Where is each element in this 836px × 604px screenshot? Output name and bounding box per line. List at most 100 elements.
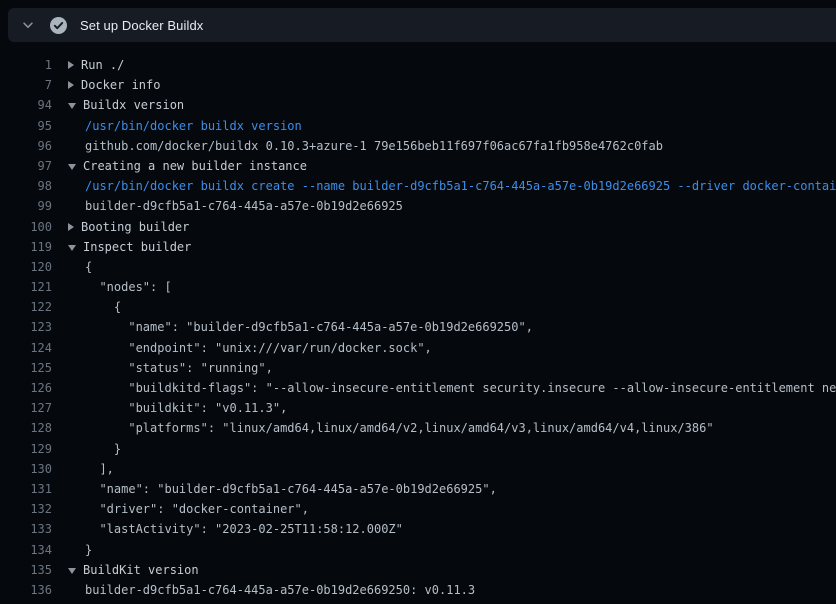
log-row: 134}: [0, 540, 836, 560]
line-number[interactable]: 121: [0, 277, 52, 297]
log-output-text: ],: [85, 459, 114, 479]
line-number[interactable]: 95: [0, 116, 52, 136]
log-output-text: "nodes": [: [85, 277, 172, 297]
step-header[interactable]: Set up Docker Buildx: [8, 8, 836, 42]
log-row: 132 "driver": "docker-container",: [0, 499, 836, 519]
line-number[interactable]: 134: [0, 540, 52, 560]
log-group-expanded[interactable]: Inspect builder: [68, 237, 191, 257]
log-group-label: Docker info: [81, 75, 160, 95]
log-row: 133 "lastActivity": "2023-02-25T11:58:12…: [0, 519, 836, 539]
log-row: 95/usr/bin/docker buildx version: [0, 116, 836, 136]
line-number[interactable]: 124: [0, 338, 52, 358]
log-output-text: builder-d9cfb5a1-c764-445a-a57e-0b19d2e6…: [85, 580, 475, 600]
line-number[interactable]: 123: [0, 317, 52, 337]
triangle-right-icon: [68, 61, 74, 69]
line-number[interactable]: 131: [0, 479, 52, 499]
log-output-text: {: [85, 257, 92, 277]
log-group-label: Run ./: [81, 55, 124, 75]
log-output-text: }: [85, 439, 121, 459]
line-number[interactable]: 7: [0, 75, 52, 95]
log-output-text: "status": "running",: [85, 358, 273, 378]
log-output-text: "buildkitd-flags": "--allow-insecure-ent…: [85, 378, 836, 398]
triangle-right-icon: [68, 81, 74, 89]
triangle-down-icon: [68, 245, 76, 251]
line-number[interactable]: 125: [0, 358, 52, 378]
log-row: 128 "platforms": "linux/amd64,linux/amd6…: [0, 418, 836, 438]
check-circle-icon: [50, 17, 67, 34]
line-number[interactable]: 98: [0, 176, 52, 196]
log-output-text: "lastActivity": "2023-02-25T11:58:12.000…: [85, 519, 403, 539]
log-row: 136 builder-d9cfb5a1-c764-445a-a57e-0b19d…: [0, 580, 836, 600]
log-command-text: /usr/bin/docker buildx create --name bui…: [85, 176, 836, 196]
line-number[interactable]: 129: [0, 439, 52, 459]
log-output-text: "driver": "docker-container",: [85, 499, 309, 519]
log-row: 135 BuildKit version: [0, 560, 836, 580]
log-group-label: Buildx version: [83, 95, 184, 115]
log-output-text: "platforms": "linux/amd64,linux/amd64/v2…: [85, 418, 714, 438]
log-row: 130 ],: [0, 459, 836, 479]
log-row: 7 Docker info: [0, 75, 836, 95]
log-group-collapsed[interactable]: Booting builder: [68, 217, 189, 237]
log-output-text: "endpoint": "unix:///var/run/docker.sock…: [85, 338, 432, 358]
line-number[interactable]: 126: [0, 378, 52, 398]
triangle-down-icon: [68, 103, 76, 109]
line-number[interactable]: 99: [0, 196, 52, 216]
log-row: 99 builder-d9cfb5a1-c764-445a-a57e-0b19d2…: [0, 196, 836, 216]
log-group-label: BuildKit version: [83, 560, 199, 580]
chevron-down-icon[interactable]: [20, 17, 36, 33]
log-row: 126 "buildkitd-flags": "--allow-insecure…: [0, 378, 836, 398]
log-lines: 1Run ./7Docker info94Buildx version95/us…: [0, 55, 836, 600]
line-number[interactable]: 97: [0, 156, 52, 176]
triangle-right-icon: [68, 223, 74, 231]
log-output-text: "name": "builder-d9cfb5a1-c764-445a-a57e…: [85, 317, 533, 337]
log-viewer[interactable]: 1Run ./7Docker info94Buildx version95/us…: [0, 42, 836, 604]
log-group-expanded[interactable]: Creating a new builder instance: [68, 156, 307, 176]
log-row: 125 "status": "running",: [0, 358, 836, 378]
line-number[interactable]: 133: [0, 519, 52, 539]
log-row: 129 }: [0, 439, 836, 459]
log-row: 123 "name": "builder-d9cfb5a1-c764-445a-…: [0, 317, 836, 337]
log-row: 96 github.com/docker/buildx 0.10.3+azure-…: [0, 136, 836, 156]
line-number[interactable]: 127: [0, 398, 52, 418]
log-row: 100 Booting builder: [0, 217, 836, 237]
log-row: 122 {: [0, 297, 836, 317]
log-row: 121 "nodes": [: [0, 277, 836, 297]
log-group-label: Inspect builder: [83, 237, 191, 257]
line-number[interactable]: 122: [0, 297, 52, 317]
log-row: 127 "buildkit": "v0.11.3",: [0, 398, 836, 418]
log-row: 94 Buildx version: [0, 95, 836, 115]
log-output-text: github.com/docker/buildx 0.10.3+azure-1 …: [85, 136, 663, 156]
line-number[interactable]: 132: [0, 499, 52, 519]
line-number[interactable]: 100: [0, 217, 52, 237]
step-title: Set up Docker Buildx: [80, 18, 203, 33]
line-number[interactable]: 120: [0, 257, 52, 277]
line-number[interactable]: 119: [0, 237, 52, 257]
log-group-expanded[interactable]: BuildKit version: [68, 560, 199, 580]
triangle-down-icon: [68, 164, 76, 170]
log-group-label: Creating a new builder instance: [83, 156, 307, 176]
line-number[interactable]: 94: [0, 95, 52, 115]
log-row: 1 Run ./: [0, 55, 836, 75]
log-row: 98/usr/bin/docker buildx create --name b…: [0, 176, 836, 196]
log-output-text: {: [85, 297, 121, 317]
log-command-text: /usr/bin/docker buildx version: [85, 116, 302, 136]
line-number[interactable]: 130: [0, 459, 52, 479]
log-group-collapsed[interactable]: Docker info: [68, 75, 160, 95]
line-number[interactable]: 136: [0, 580, 52, 600]
log-group-label: Booting builder: [81, 217, 189, 237]
log-row: 119 Inspect builder: [0, 237, 836, 257]
line-number[interactable]: 96: [0, 136, 52, 156]
triangle-down-icon: [68, 568, 76, 574]
log-output-text: }: [85, 540, 92, 560]
log-output-text: "name": "builder-d9cfb5a1-c764-445a-a57e…: [85, 479, 497, 499]
log-output-text: builder-d9cfb5a1-c764-445a-a57e-0b19d2e6…: [85, 196, 403, 216]
log-row: 131 "name": "builder-d9cfb5a1-c764-445a-…: [0, 479, 836, 499]
log-row: 120 {: [0, 257, 836, 277]
log-output-text: "buildkit": "v0.11.3",: [85, 398, 287, 418]
log-group-collapsed[interactable]: Run ./: [68, 55, 124, 75]
line-number[interactable]: 1: [0, 55, 52, 75]
log-group-expanded[interactable]: Buildx version: [68, 95, 184, 115]
log-row: 97 Creating a new builder instance: [0, 156, 836, 176]
line-number[interactable]: 128: [0, 418, 52, 438]
line-number[interactable]: 135: [0, 560, 52, 580]
